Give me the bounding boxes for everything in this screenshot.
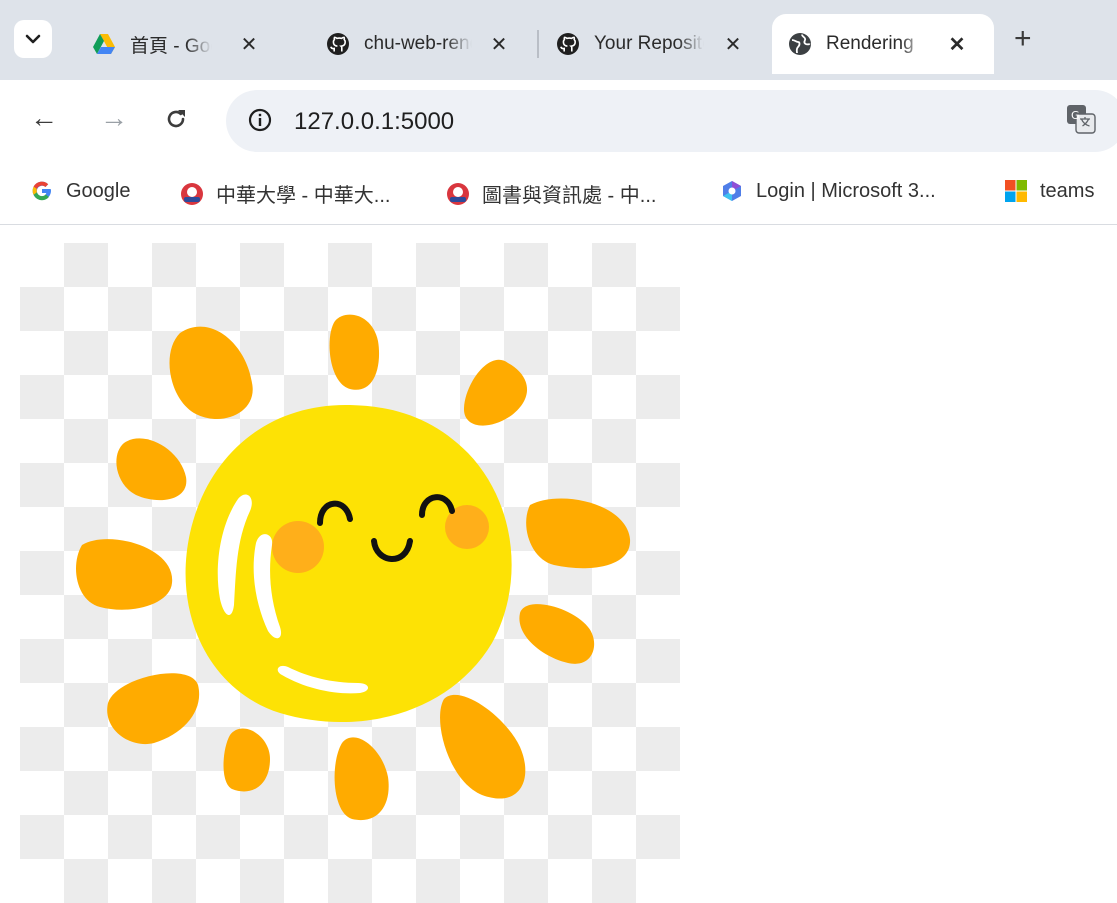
browser-toolbar: ← → 127.0.0.1:5000 G xyxy=(0,80,1117,164)
chu-logo-icon xyxy=(446,182,470,206)
chevron-down-icon xyxy=(25,34,41,44)
bookmark-google[interactable]: Google xyxy=(30,179,131,203)
url-text[interactable]: 127.0.0.1:5000 xyxy=(294,108,454,136)
forward-arrow-icon: → xyxy=(100,102,128,133)
sun-ray xyxy=(334,737,389,821)
tab-rendering[interactable]: Rendering ✕ xyxy=(772,14,994,74)
back-arrow-icon: ← xyxy=(30,102,58,133)
bookmark-teams[interactable]: teams xyxy=(1004,179,1094,203)
svg-text:G: G xyxy=(1071,109,1080,122)
bookmark-library[interactable]: 圖書與資訊處 - 中... xyxy=(446,179,656,208)
sun-ray xyxy=(169,326,253,420)
reload-button[interactable] xyxy=(164,106,188,138)
bookmark-label: teams xyxy=(1040,179,1095,202)
microsoft-icon xyxy=(1004,179,1028,203)
reload-icon xyxy=(167,110,185,128)
sun-ray xyxy=(116,438,187,501)
tab-close-icon[interactable]: ✕ xyxy=(720,32,746,57)
sun-ray xyxy=(107,673,200,745)
microsoft-365-icon xyxy=(720,179,744,203)
page-content xyxy=(0,225,1117,903)
sun-ray xyxy=(76,539,173,610)
tab-strip: 首頁 - Google 雲端硬碟 ✕ chu-web-render ✕ Your… xyxy=(0,0,1117,80)
sun-ray xyxy=(223,728,270,792)
left-cheek xyxy=(272,521,324,573)
bookmark-label: 中華大學 - 中華大... xyxy=(216,185,391,207)
sun-illustration xyxy=(20,243,680,903)
tab-title: 首頁 - Google 雲端硬碟 xyxy=(130,30,212,58)
sun-ray xyxy=(526,498,631,569)
tab-google-drive[interactable]: 首頁 - Google 雲端硬碟 ✕ xyxy=(92,14,262,74)
translate-icon[interactable]: G xyxy=(1066,104,1096,139)
tab-search-button[interactable] xyxy=(14,20,52,58)
bookmark-label: Login | Microsoft 3... xyxy=(756,179,936,202)
sun-ray xyxy=(329,314,380,390)
bookmark-chu[interactable]: 中華大學 - 中華大... xyxy=(180,179,390,208)
tab-title: Rendering xyxy=(826,33,926,55)
new-tab-button[interactable]: + xyxy=(1014,22,1032,56)
tab-title: chu-web-render xyxy=(364,33,472,55)
google-drive-icon xyxy=(92,32,116,56)
github-icon xyxy=(556,32,580,56)
bookmark-label: 圖書與資訊處 - 中... xyxy=(482,185,657,207)
tab-separator xyxy=(537,30,539,58)
github-icon xyxy=(326,32,350,56)
bookmark-microsoft-login[interactable]: Login | Microsoft 3... xyxy=(720,179,936,203)
chu-logo-icon xyxy=(180,182,204,206)
tab-title: Your Repositories xyxy=(594,33,704,55)
sun-ray xyxy=(519,604,595,664)
forward-button[interactable]: → xyxy=(100,102,128,134)
tab-your-repositories[interactable]: Your Repositories ✕ xyxy=(556,14,746,74)
address-bar[interactable]: 127.0.0.1:5000 xyxy=(226,90,1117,152)
google-g-icon xyxy=(30,179,54,203)
globe-icon xyxy=(788,32,812,56)
tab-chu-web[interactable]: chu-web-render ✕ xyxy=(326,14,512,74)
sun-ray xyxy=(463,359,528,426)
tab-close-icon[interactable]: ✕ xyxy=(944,32,970,57)
bookmark-label: Google xyxy=(66,179,131,202)
back-button[interactable]: ← xyxy=(30,102,58,134)
bookmarks-bar: Google 中華大學 - 中華大... 圖書與資訊處 - 中... Login… xyxy=(0,164,1117,225)
site-info-icon[interactable] xyxy=(248,108,272,137)
tab-close-icon[interactable]: ✕ xyxy=(236,32,262,57)
sun-ray xyxy=(440,694,526,799)
tab-close-icon[interactable]: ✕ xyxy=(486,32,512,57)
